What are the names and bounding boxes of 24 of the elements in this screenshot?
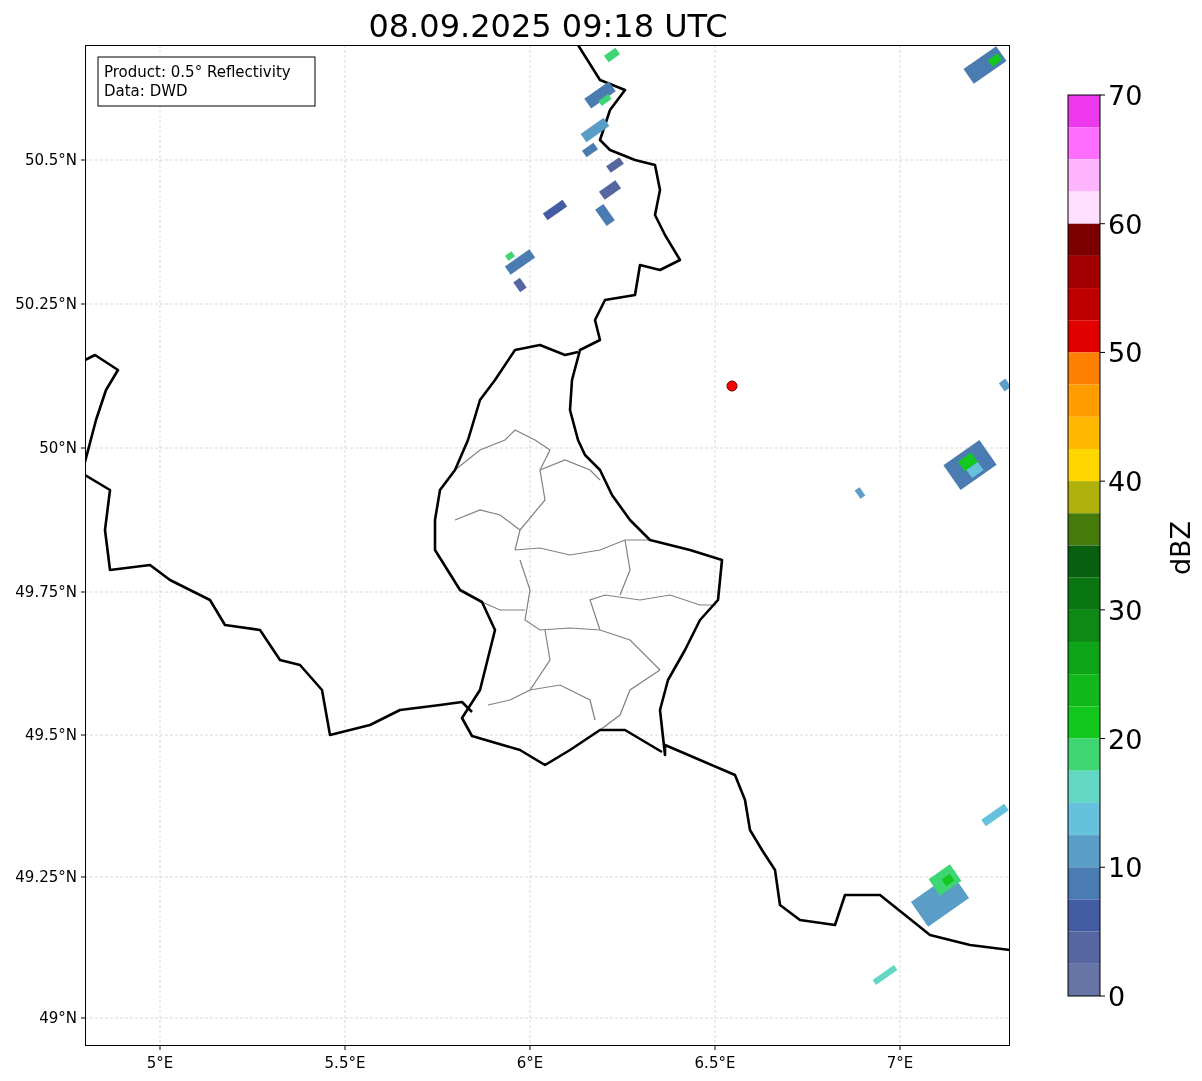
latitude-label: 49.5°N [24, 726, 77, 744]
latitude-label: 49.75°N [15, 583, 77, 601]
colorbar-tick-label: 60 [1108, 208, 1143, 240]
colorbar-label: dBZ [1165, 520, 1196, 576]
colorbar-tick-label: 0 [1108, 981, 1126, 1012]
longitude-label: 5°E [146, 1054, 174, 1072]
chart-title: 08.09.2025 09:18 UTC [368, 7, 728, 45]
latitude-label: 50°N [39, 439, 77, 457]
longitude-label: 7°E [886, 1054, 914, 1072]
latitude-label: 50.5°N [24, 151, 77, 169]
colorbar-tick-label: 50 [1108, 337, 1143, 369]
latitude-label: 50.25°N [15, 295, 77, 313]
longitude-label: 6°E [516, 1054, 544, 1072]
colorbar-tick-label: 40 [1108, 466, 1143, 498]
info-text: Product: 0.5° Reflectivity [104, 63, 291, 81]
colorbar-tick-label: 20 [1108, 723, 1143, 755]
latitude-label: 49.25°N [15, 868, 77, 886]
colorbar-tick-label: 30 [1108, 594, 1143, 626]
colorbar-tick-label: 10 [1108, 852, 1143, 884]
latitude-label: 49°N [39, 1009, 77, 1027]
longitude-label: 5.5°E [324, 1054, 366, 1072]
info-text: Data: DWD [104, 82, 188, 100]
longitude-label: 6.5°E [694, 1054, 736, 1072]
colorbar-tick-label: 70 [1108, 80, 1143, 111]
